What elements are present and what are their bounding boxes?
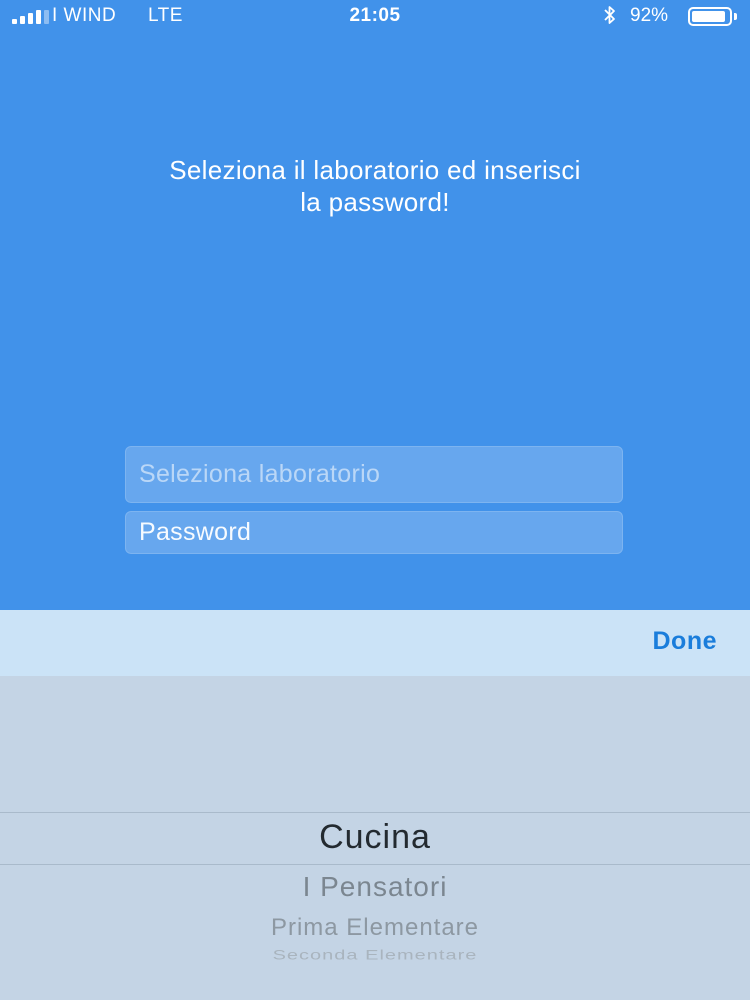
picker-option[interactable]: Seconda Elementare [0, 947, 750, 963]
battery-fill [692, 11, 725, 22]
instruction-line-2: la password! [300, 187, 450, 217]
status-bar: I WIND LTE 21:05 92% [0, 0, 750, 34]
picker-selection-bottom-line [0, 864, 750, 865]
battery-icon [688, 7, 732, 26]
password-field[interactable] [125, 511, 623, 554]
picker-option[interactable]: I Pensatori [0, 871, 750, 903]
instruction-line-1: Seleziona il laboratorio ed inserisci [169, 155, 581, 185]
picker-toolbar: Done [0, 610, 750, 676]
instruction-text: Seleziona il laboratorio ed inserisci la… [75, 154, 675, 218]
picker-selection-top-line [0, 812, 750, 813]
lab-picker[interactable]: Cucina I Pensatori Prima Elementare Seco… [0, 676, 750, 1000]
login-screen: I WIND LTE 21:05 92% Seleziona il labora… [0, 0, 750, 610]
battery-percent: 92% [630, 5, 669, 26]
done-button[interactable]: Done [653, 627, 718, 656]
battery-tip [734, 13, 737, 20]
lab-select-field[interactable] [125, 446, 623, 503]
picker-option-selected[interactable]: Cucina [0, 818, 750, 857]
bluetooth-icon [604, 6, 615, 24]
picker-option[interactable]: Prima Elementare [0, 914, 750, 942]
